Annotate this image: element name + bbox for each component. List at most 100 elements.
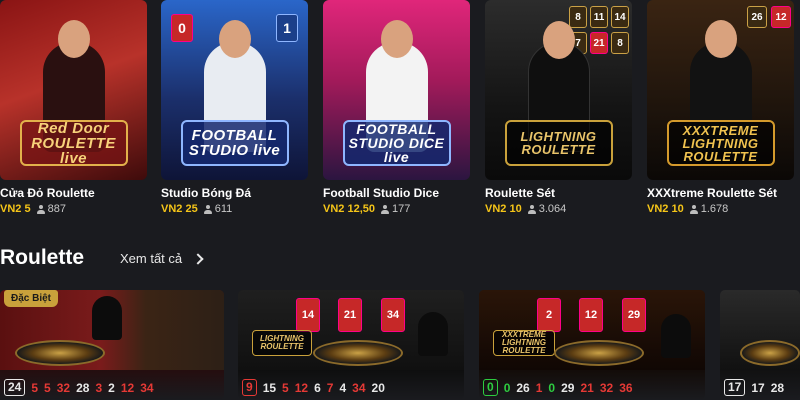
dealer-image [92,296,122,340]
game-title[interactable]: Studio Bóng Đá [161,186,251,200]
roulette-table-card[interactable]: Đặc Biệt 24 5 5 32 28 3 2 12 34 [0,290,224,400]
result-tile: 11 [590,6,608,28]
result-tile: 8 [611,32,629,54]
result-number: 28 [76,380,90,395]
table-logo: LIGHTNING ROULETTE [252,330,312,356]
bet-price: VN2 10 [647,203,684,215]
game-card-football-studio-dice[interactable]: FOOTBALL STUDIO DICE live Football Studi… [323,0,470,215]
user-icon [36,204,45,214]
game-logo: Red Door ROULETTE live [19,120,128,166]
roulette-wheel-image [740,340,800,366]
result-number: 34 [352,380,366,395]
player-count: 177 [380,203,410,215]
game-thumbnail[interactable]: Red Door ROULETTE live [0,0,147,180]
result-number: 3 [95,380,103,395]
multiplier-tile: 29 [622,298,646,332]
user-icon [689,204,698,214]
see-all-link[interactable]: Xem tất cả [120,251,204,266]
game-meta: VN2 10 1.678 [647,203,728,215]
roulette-wheel-image [554,340,644,366]
player-count: 611 [203,203,233,215]
result-number: 15 [262,380,277,395]
roulette-table-card[interactable]: 2 12 29 XXXTREME LIGHTNING ROULETTE 0 0 26… [479,290,705,400]
bet-price: VN2 25 [161,203,198,215]
result-number: 32 [56,380,71,395]
latest-result: 24 [4,379,26,396]
result-number: 26 [516,380,530,395]
top-games-row: Red Door ROULETTE live Cửa Đỏ Roulette V… [0,0,800,225]
result-number: 4 [339,380,347,395]
result-number: 5 [44,380,51,395]
result-tile: 14 [611,6,629,28]
roulette-table-card[interactable]: 14 21 34 LIGHTNING ROULETTE 9 15 5 12 6 7 4 34 2… [238,290,464,400]
table-scene-image: 14 21 34 LIGHTNING ROULETTE [238,290,464,370]
game-meta: VN2 5 887 [0,203,66,215]
result-number: 0 [548,380,556,395]
game-card-xxxtreme-lightning-roulette[interactable]: 26 12 XXXTREME LIGHTNING ROULETTE XXXtre… [647,0,794,215]
game-card-red-door-roulette[interactable]: Red Door ROULETTE live Cửa Đỏ Roulette V… [0,0,147,215]
game-title[interactable]: Cửa Đỏ Roulette [0,186,95,200]
user-icon [203,204,212,214]
bet-price: VN2 12,50 [323,203,375,215]
result-number: 7 [326,380,334,395]
roulette-wheel-image [15,340,105,366]
roulette-table-card[interactable]: 17 17 28 [720,290,800,400]
latest-result: 9 [242,379,257,396]
dealer-image [418,312,448,356]
game-thumbnail[interactable]: 0 1 FOOTBALL STUDIO live [161,0,308,180]
recent-results: 9 15 5 12 6 7 4 34 20 [242,379,385,396]
score-tile: 1 [276,14,298,42]
bet-price: VN2 10 [485,203,522,215]
result-number: 12 [294,380,309,395]
recent-results: 24 5 5 32 28 3 2 12 34 [4,379,154,396]
game-logo: FOOTBALL STUDIO live [180,120,289,166]
score-tile: 0 [171,14,193,42]
multiplier-tile: 14 [296,298,320,332]
player-count-value: 1.678 [700,203,729,215]
game-title[interactable]: XXXtreme Roulette Sét [647,186,777,200]
latest-result: 0 [483,379,498,396]
player-count-value: 611 [214,203,233,215]
result-number: 12 [120,380,135,395]
result-number: 32 [599,380,614,395]
result-number: 2 [108,380,115,395]
game-thumbnail[interactable]: FOOTBALL STUDIO DICE live [323,0,470,180]
recent-results: 17 17 28 [724,379,784,396]
game-card-football-studio[interactable]: 0 1 FOOTBALL STUDIO live Studio Bóng Đá … [161,0,308,215]
game-card-lightning-roulette[interactable]: 8 11 14 7 21 8 LIGHTNING ROULETTE Roulet… [485,0,632,215]
game-title[interactable]: Football Studio Dice [323,186,439,200]
player-count-value: 3.064 [538,203,567,215]
result-number: 5 [31,380,39,395]
game-thumbnail[interactable]: 26 12 XXXTREME LIGHTNING ROULETTE [647,0,794,180]
dealer-image [661,314,691,358]
game-meta: VN2 25 611 [161,203,232,215]
game-logo: XXXTREME LIGHTNING ROULETTE [666,120,775,166]
player-count: 3.064 [527,203,567,215]
result-number: 36 [619,380,633,395]
recent-results: 0 0 26 1 0 29 21 32 36 [483,379,633,396]
result-number: 1 [535,380,543,395]
game-meta: VN2 12,50 177 [323,203,410,215]
game-logo: LIGHTNING ROULETTE [504,120,613,166]
roulette-section-header: Roulette Xem tất cả [0,243,800,273]
multiplier-tile: 21 [338,298,362,332]
player-count-value: 887 [47,203,66,215]
game-title[interactable]: Roulette Sét [485,186,555,200]
see-all-label: Xem tất cả [120,251,183,266]
game-meta: VN2 10 3.064 [485,203,566,215]
user-icon [380,204,389,214]
result-tile: 26 [747,6,767,28]
user-icon [527,204,536,214]
table-scene-image: 2 12 29 XXXTREME LIGHTNING ROULETTE [479,290,705,370]
result-tile: 8 [569,6,587,28]
result-number: 6 [314,380,321,395]
latest-result: 17 [724,379,746,396]
result-number: 20 [371,380,385,395]
game-thumbnail[interactable]: 8 11 14 7 21 8 LIGHTNING ROULETTE [485,0,632,180]
result-number: 5 [282,380,289,395]
result-tile: 12 [771,6,791,28]
player-count: 1.678 [689,203,729,215]
result-number: 29 [561,380,575,395]
bet-price: VN2 5 [0,203,31,215]
roulette-tables-row: Đặc Biệt 24 5 5 32 28 3 2 12 34 14 21 34 LIGHTNI… [0,290,800,400]
